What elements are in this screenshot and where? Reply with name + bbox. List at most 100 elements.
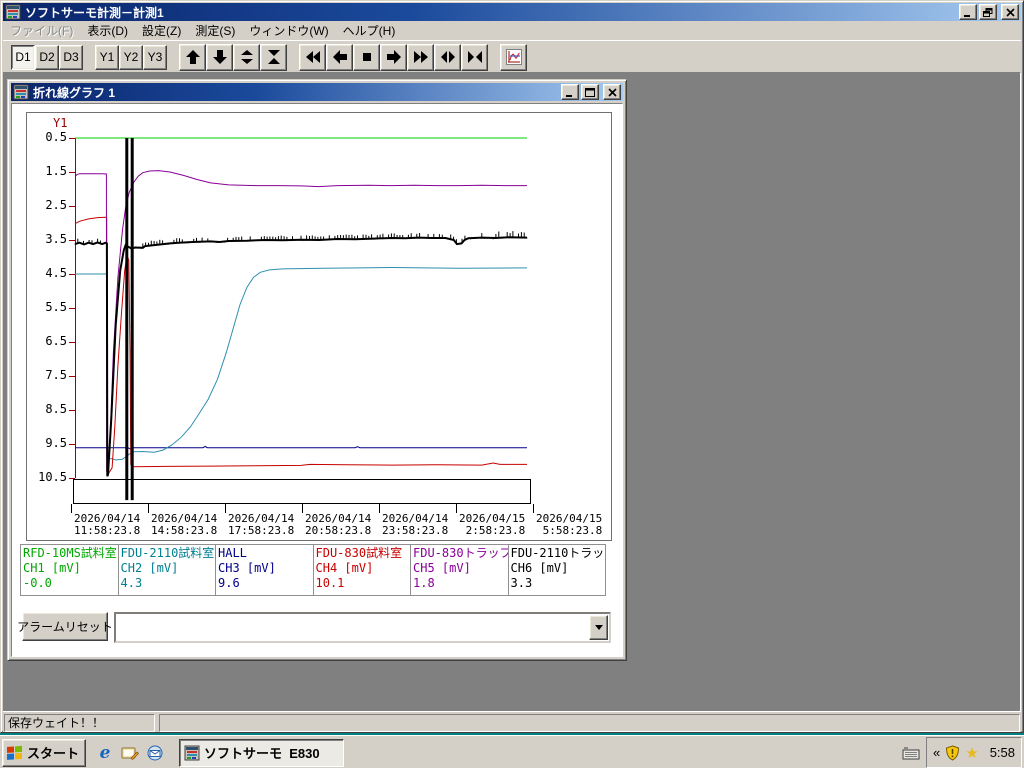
legend-cell: RFD-10MS試料室 CH1 [mV] -0.0	[21, 545, 119, 595]
toolbar-button-fast-forward[interactable]	[407, 43, 434, 71]
mail-icon[interactable]	[144, 742, 166, 764]
toolbar-button-rewind[interactable]	[299, 43, 326, 71]
main-window: ソフトサーモ計測－計測1 ファイル(F) 表示(D) 設定(Z) 測定(S) ウィンドウ…	[0, 0, 1024, 733]
minimize-icon	[964, 14, 970, 17]
task-button-softthermo[interactable]: ソフトサーモ E830	[179, 738, 345, 767]
toolbar-button-graph-view[interactable]	[500, 43, 527, 71]
channel-value: 9.6	[218, 576, 240, 590]
y-tick-label: 6.5	[45, 334, 67, 348]
y-axis-name: Y1	[53, 116, 68, 130]
maximize-icon	[585, 87, 595, 97]
toolbar-group	[179, 43, 287, 71]
close-icon	[1005, 7, 1015, 17]
graph-close-button[interactable]	[603, 84, 621, 100]
channel-name: FDU-830試料室	[315, 546, 403, 560]
x-tick-label: 2026/04/14 14:58:23.8	[151, 512, 218, 537]
combo-dropdown-button[interactable]	[589, 615, 608, 640]
compress-horizontal-icon	[467, 51, 482, 63]
toolbar-button-expand-vertical[interactable]	[233, 43, 260, 71]
channel-label: CH1 [mV]	[23, 561, 81, 575]
minimize-button[interactable]	[959, 4, 977, 20]
channel-name: FDU-2110試料室	[120, 546, 215, 560]
menu-item-measure[interactable]: 測定(S)	[188, 20, 242, 41]
show-desktop-icon[interactable]	[119, 742, 141, 764]
channel-name: HALL	[218, 546, 247, 560]
toolbar-group: Y1 Y2 Y3	[95, 44, 167, 70]
desktop: ソフトサーモ計測－計測1 ファイル(F) 表示(D) 設定(Z) 測定(S) ウィンドウ…	[0, 0, 1024, 768]
x-tick-label: 2026/04/15 5:58:23.8	[536, 512, 603, 537]
graph-minimize-button[interactable]	[561, 84, 579, 100]
legend-cell: HALL CH3 [mV] 9.6	[216, 545, 314, 595]
alarm-combobox[interactable]	[114, 612, 611, 643]
menu-item-settings[interactable]: 設定(Z)	[135, 20, 188, 41]
toolbar-button-y3[interactable]: Y3	[143, 44, 167, 70]
status-message: 保存ウェイト！！	[8, 716, 105, 730]
expand-horizontal-icon	[440, 51, 455, 63]
tray-clock: 5:58	[989, 745, 1015, 760]
main-title: ソフトサーモ計測－計測1	[25, 5, 164, 20]
arrow-left-icon	[332, 50, 347, 64]
legend-cell: FDU-830試料室 CH4 [mV] 10.1	[314, 545, 411, 595]
toolbar-button-d3[interactable]: D3	[59, 44, 83, 70]
channel-value: 4.3	[120, 576, 143, 590]
tray-shield-icon[interactable]	[945, 744, 960, 761]
toolbar-button-y2[interactable]: Y2	[119, 44, 143, 70]
toolbar-button-stop[interactable]	[353, 43, 380, 71]
ie-icon[interactable]: e	[94, 742, 116, 764]
toolbar-button-d1[interactable]: D1	[11, 44, 35, 70]
toolbar-button-step-right[interactable]	[380, 43, 407, 71]
status-secondary-panel	[159, 713, 1020, 732]
y-tick-label: 1.5	[45, 164, 67, 178]
chart-canvas: Y1 0.5 1.5 2.5 3.5 4.5 5.5 6.5 7.5 8.5 9.5 10.5 20…	[26, 112, 612, 541]
graph-window: 折れ線グラフ 1 Y1 0.5 1.5 2.5 3.5 4.5 5.5 6.5 …	[7, 79, 627, 661]
tray-chevron[interactable]: «	[933, 745, 940, 760]
series-ch6	[74, 236, 528, 477]
toolbar-button-scroll-down[interactable]	[206, 43, 233, 71]
channel-value: 3.3	[510, 576, 533, 590]
legend-cell: FDU-830トラップ CH5 [mV] 1.8	[411, 545, 509, 595]
x-tick-label: 2026/04/14 11:58:23.8	[74, 512, 141, 537]
x-tick-label: 2026/04/14 17:58:23.8	[228, 512, 295, 537]
channel-value: -0.0	[23, 576, 52, 590]
restore-button[interactable]	[979, 4, 997, 20]
graph-maximize-button[interactable]	[581, 84, 599, 100]
toolbar-button-step-left[interactable]	[326, 43, 353, 71]
status-bar: 保存ウェイト！！	[3, 711, 1021, 732]
channel-label: CH3 [mV]	[218, 561, 276, 575]
y-tick-label: 2.5	[45, 198, 67, 212]
stop-icon	[362, 53, 371, 61]
menu-item-window[interactable]: ウィンドウ(W)	[242, 20, 335, 41]
start-label: スタート	[27, 746, 80, 761]
mdi-workspace: 折れ線グラフ 1 Y1 0.5 1.5 2.5 3.5 4.5 5.5 6.5 …	[3, 72, 1021, 713]
close-button[interactable]	[1001, 4, 1019, 20]
x-tick-label: 2026/04/15 2:58:23.8	[459, 512, 526, 537]
toolbar-button-expand-horizontal[interactable]	[434, 43, 461, 71]
start-button[interactable]: スタート	[2, 738, 87, 767]
tray-keyboard-icon[interactable]	[900, 742, 922, 764]
restore-icon	[983, 7, 993, 17]
expand-vertical-icon	[240, 50, 253, 64]
toolbar-button-compress-horizontal[interactable]	[461, 43, 488, 71]
toolbar-button-compress-vertical[interactable]	[260, 43, 287, 71]
channel-label: CH6 [mV]	[510, 561, 569, 575]
menu-item-file[interactable]: ファイル(F)	[3, 20, 80, 41]
menu-item-view[interactable]: 表示(D)	[80, 20, 135, 41]
channel-name: RFD-10MS試料室	[23, 546, 117, 560]
y-tick-label: 8.5	[45, 402, 67, 416]
toolbar-button-scroll-up[interactable]	[179, 43, 206, 71]
y-tick-label: 0.5	[45, 130, 67, 144]
y-tick-label: 7.5	[45, 368, 67, 382]
chart-icon	[505, 49, 522, 65]
y-tick-label: 4.5	[45, 266, 67, 280]
arrow-down-icon	[212, 50, 227, 64]
menu-item-help[interactable]: ヘルプ(H)	[336, 20, 403, 41]
tray-star-icon[interactable]: ★	[965, 744, 978, 762]
toolbar-button-y1[interactable]: Y1	[95, 44, 119, 70]
y-tick-label: 5.5	[45, 300, 67, 314]
toolbar-button-d2[interactable]: D2	[35, 44, 59, 70]
alarm-reset-button[interactable]: アラームリセット	[17, 612, 113, 641]
channel-label: CH2 [mV]	[120, 561, 179, 575]
channel-name: FDU-2110トラップ	[510, 546, 606, 560]
quick-launch: e	[94, 742, 169, 764]
channel-value: 1.8	[413, 576, 435, 590]
